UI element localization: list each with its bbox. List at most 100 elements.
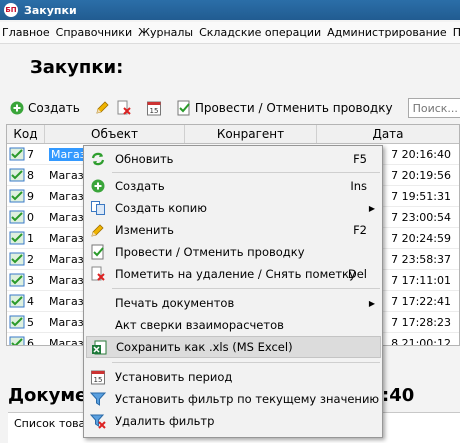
menu-item-more[interactable]: П	[451, 26, 460, 39]
code-cell: 9	[7, 189, 45, 203]
code-value: 3	[27, 273, 34, 287]
detail-title-right: :40	[382, 385, 415, 406]
pencil-icon	[90, 222, 106, 238]
context-menu: Обновить F5 Создать Ins Создать копию ▶ …	[83, 145, 383, 438]
goods-list-tab-label: Список товар	[14, 417, 93, 430]
column-header-code[interactable]: Код	[7, 125, 45, 143]
menu-item-post[interactable]: Провести / Отменить проводку	[86, 241, 381, 263]
menu-item-label: Обновить	[115, 152, 174, 166]
menu-item-warehouse[interactable]: Складские операции	[197, 26, 325, 39]
menu-separator	[112, 288, 380, 289]
remove-filter-icon	[89, 413, 106, 429]
table-header: Код Объект Конрагент Дата	[7, 125, 459, 144]
code-cell: 6	[7, 336, 45, 346]
window-title: Закупки	[24, 3, 77, 17]
menu-item-save-xls[interactable]: Сохранить как .xls (MS Excel)	[86, 336, 381, 358]
code-cell: 7	[7, 147, 45, 161]
menu-separator	[112, 172, 380, 173]
menu-item-create[interactable]: Создать Ins	[86, 175, 381, 197]
calendar-icon: 15	[146, 100, 162, 116]
search-input[interactable]	[407, 98, 460, 118]
code-value: 5	[27, 315, 34, 329]
menu-item-label: Создать копию	[115, 201, 207, 215]
excel-icon	[91, 340, 107, 356]
menu-item-shortcut: Del	[347, 267, 367, 281]
code-cell: 1	[7, 231, 45, 245]
column-header-kontragent[interactable]: Конрагент	[185, 125, 317, 143]
mark-delete-button[interactable]	[113, 97, 135, 119]
posted-document-icon	[9, 336, 27, 345]
refresh-icon	[90, 151, 106, 167]
post-button[interactable]: Провести / Отменить проводку	[173, 97, 396, 119]
menu-item-journals[interactable]: Журналы	[136, 26, 197, 39]
code-value: 8	[27, 168, 34, 182]
menu-item-edit[interactable]: Изменить F2	[86, 219, 381, 241]
menu-item-act[interactable]: Акт сверки взаиморасчетов	[86, 314, 381, 336]
posted-document-icon	[9, 294, 27, 308]
delete-document-icon	[116, 100, 132, 116]
copy-icon	[90, 200, 106, 216]
code-value: 9	[27, 189, 34, 203]
posted-document-icon	[9, 168, 27, 182]
menu-item-shortcut: Ins	[350, 179, 367, 193]
create-button-label: Создать	[28, 101, 80, 115]
posted-document-icon	[9, 252, 27, 266]
plus-icon	[90, 178, 106, 194]
menu-item-refresh[interactable]: Обновить F5	[86, 148, 381, 170]
column-header-object[interactable]: Объект	[45, 125, 185, 143]
posted-document-icon	[9, 147, 27, 161]
post-document-icon	[176, 100, 192, 116]
column-header-date[interactable]: Дата	[317, 125, 459, 143]
menu-item-shortcut: F2	[353, 223, 367, 237]
code-cell: 4	[7, 294, 45, 308]
posted-document-icon	[9, 189, 27, 203]
post-document-icon	[90, 244, 106, 260]
code-cell: 8	[7, 168, 45, 182]
menu-item-mark-delete[interactable]: Пометить на удаление / Снять пометку Del	[86, 263, 381, 285]
create-button[interactable]: Создать	[6, 97, 83, 119]
pencil-icon	[94, 100, 110, 116]
posted-document-icon	[9, 210, 27, 224]
menu-item-label: Пометить на удаление / Снять пометку	[115, 267, 356, 281]
calendar-icon: 15	[90, 369, 106, 385]
menu-item-label: Провести / Отменить проводку	[115, 245, 305, 259]
svg-text:15: 15	[94, 376, 103, 384]
toolbar: Создать 15 Провести / Отменить проводку	[6, 96, 460, 120]
window-title-bar: БП Закупки	[0, 0, 460, 20]
menu-item-create-copy[interactable]: Создать копию ▶	[86, 197, 381, 219]
posted-document-icon	[9, 315, 27, 329]
code-value: 7	[27, 147, 34, 161]
menu-item-shortcut: F5	[353, 152, 367, 166]
code-cell: 3	[7, 273, 45, 287]
menu-item-remove-filter[interactable]: Удалить фильтр	[86, 410, 381, 432]
delete-document-icon	[90, 266, 106, 282]
posted-document-icon	[9, 231, 27, 245]
menu-item-print[interactable]: Печать документов ▶	[86, 292, 381, 314]
main-menu-bar: Главное Справочники Журналы Складские оп…	[0, 22, 460, 44]
menu-item-label: Удалить фильтр	[115, 414, 215, 428]
menu-item-references[interactable]: Справочники	[54, 26, 136, 39]
menu-item-label: Создать	[115, 179, 165, 193]
period-button[interactable]: 15	[143, 97, 165, 119]
menu-item-admin[interactable]: Администрирование	[325, 26, 451, 39]
plus-icon	[9, 100, 25, 116]
code-value: 6	[27, 336, 34, 346]
post-button-label: Провести / Отменить проводку	[194, 101, 393, 115]
menu-item-label: Акт сверки взаиморасчетов	[115, 318, 284, 332]
app-logo-icon: БП	[4, 3, 18, 17]
menu-item-set-filter[interactable]: Установить фильтр по текущему значению	[86, 388, 381, 410]
code-value: 4	[27, 294, 34, 308]
code-value: 1	[27, 231, 34, 245]
edit-button[interactable]	[91, 97, 113, 119]
code-cell: 0	[7, 210, 45, 224]
filter-icon	[89, 391, 107, 407]
menu-item-label: Печать документов	[115, 296, 235, 310]
menu-item-main[interactable]: Главное	[0, 26, 54, 39]
submenu-arrow-icon: ▶	[368, 203, 375, 213]
menu-separator	[112, 362, 380, 363]
posted-document-icon	[9, 273, 27, 287]
svg-text:15: 15	[149, 107, 158, 115]
menu-item-label: Изменить	[115, 223, 174, 237]
menu-item-label: Установить период	[115, 370, 233, 384]
menu-item-set-period[interactable]: 15 Установить период	[86, 366, 381, 388]
